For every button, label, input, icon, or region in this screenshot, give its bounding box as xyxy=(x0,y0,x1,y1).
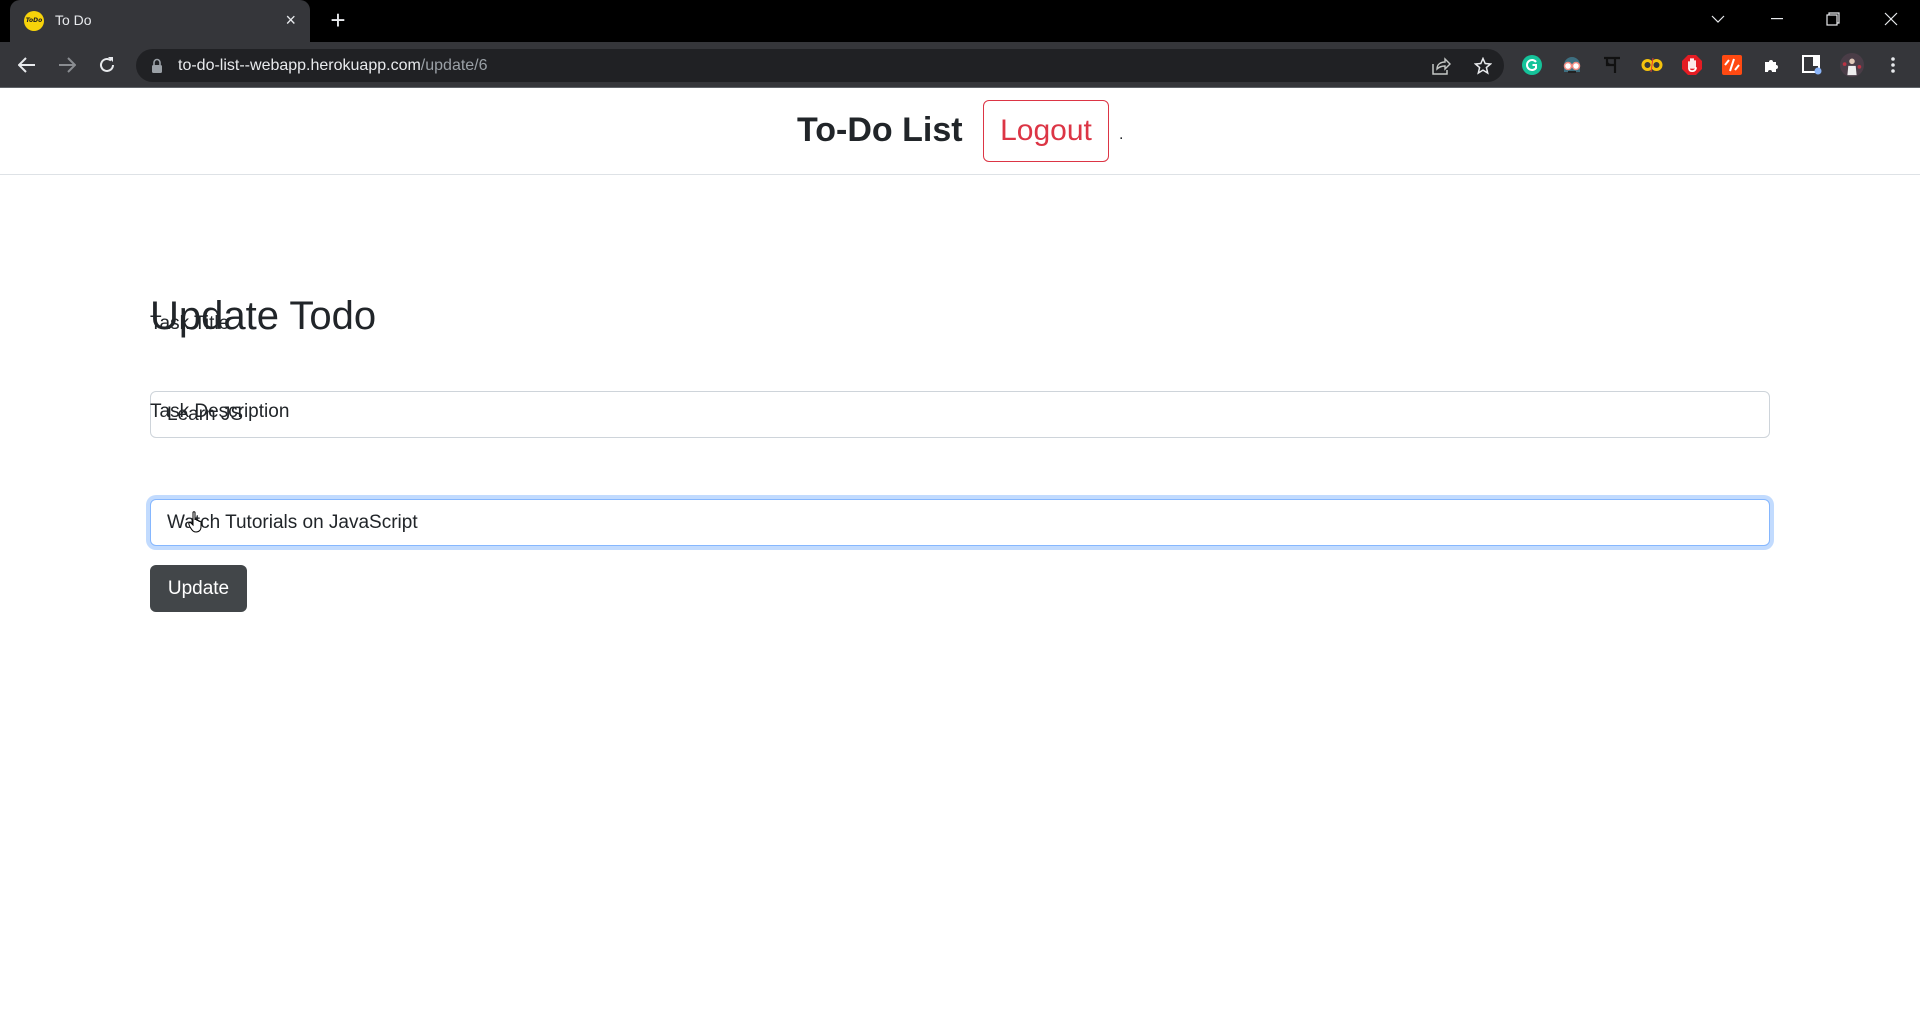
restore-icon[interactable] xyxy=(1810,0,1856,40)
forward-arrow-icon[interactable] xyxy=(51,49,83,81)
close-window-icon[interactable] xyxy=(1868,0,1914,40)
site-header: To-Do List Logout . xyxy=(0,88,1920,175)
task-description-input[interactable] xyxy=(150,499,1770,546)
profile-avatar[interactable] xyxy=(1840,53,1864,77)
minimize-icon[interactable] xyxy=(1754,0,1800,40)
reload-icon[interactable] xyxy=(91,49,123,81)
code-extension-icon[interactable] xyxy=(1720,53,1744,77)
tab-search-chevron-icon[interactable] xyxy=(1695,0,1741,40)
task-description-label: Task Description xyxy=(150,401,290,422)
todo-favicon-icon: ToDo xyxy=(24,11,44,31)
browser-tab[interactable]: ToDo To Do × xyxy=(10,0,310,42)
header-trailing-text: . xyxy=(1119,126,1124,143)
puzzle-extensions-icon[interactable] xyxy=(1760,53,1784,77)
tab-title: To Do xyxy=(55,12,92,28)
glasses-extension-icon[interactable] xyxy=(1560,53,1584,77)
grammarly-icon[interactable] xyxy=(1520,53,1544,77)
site-title: To-Do List xyxy=(797,111,963,149)
url-text[interactable]: to-do-list--webapp.herokuapp.com/update/… xyxy=(178,57,488,75)
menu-kebab-icon[interactable] xyxy=(1881,53,1905,77)
logout-button[interactable]: Logout xyxy=(983,100,1109,162)
share-icon[interactable] xyxy=(1430,55,1452,77)
task-title-label: Task Title xyxy=(150,313,230,334)
new-tab-button[interactable]: + xyxy=(324,6,352,34)
tab-close-icon[interactable]: × xyxy=(285,9,296,31)
lock-icon[interactable] xyxy=(151,58,163,78)
update-button[interactable]: Update xyxy=(150,565,247,612)
hand-pointer-cursor-icon xyxy=(188,511,204,538)
url-host: to-do-list--webapp.herokuapp.com xyxy=(178,57,421,74)
devanagari-ma-icon[interactable] xyxy=(1600,53,1624,77)
url-path: /update/6 xyxy=(420,57,488,74)
bookmark-star-icon[interactable] xyxy=(1472,55,1494,77)
web-page: To-Do List Logout . Update Todo Task Tit… xyxy=(0,88,1920,1030)
address-bar[interactable]: to-do-list--webapp.herokuapp.com/update/… xyxy=(136,49,1504,82)
infinity-extension-icon[interactable] xyxy=(1640,53,1664,77)
back-arrow-icon[interactable] xyxy=(11,49,43,81)
side-panel-icon[interactable] xyxy=(1800,53,1824,77)
browser-tab-bar: ToDo To Do × + xyxy=(0,0,1920,42)
task-title-input[interactable] xyxy=(150,391,1770,438)
browser-toolbar: to-do-list--webapp.herokuapp.com/update/… xyxy=(0,42,1920,88)
adblock-hand-icon[interactable] xyxy=(1680,53,1704,77)
